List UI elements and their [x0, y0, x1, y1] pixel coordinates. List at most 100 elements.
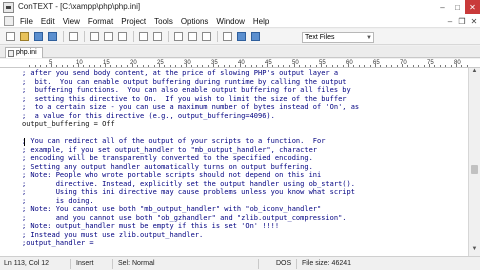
code-line: ; and you cannot use both "ob_gzhandler"…: [22, 213, 347, 222]
doc-close-button[interactable]: ✕: [468, 17, 480, 26]
document-icon[interactable]: [4, 16, 14, 26]
ruler-number: 70: [400, 60, 407, 66]
code-line: ; a value for this directive (e.g., outp…: [22, 111, 275, 120]
selection-mode[interactable]: Sel: Normal: [118, 260, 155, 267]
menu-format[interactable]: Format: [84, 17, 117, 26]
ruler-tick: [115, 65, 117, 67]
ruler-number: 5: [49, 60, 53, 66]
replace-button[interactable]: [200, 31, 212, 43]
menu-help[interactable]: Help: [249, 17, 273, 26]
word-wrap-icon: [222, 32, 232, 41]
code-line: ; to a certain size - you can use a maxi…: [22, 103, 360, 111]
menu-edit[interactable]: Edit: [37, 17, 59, 26]
insert-mode[interactable]: Insert: [76, 260, 94, 267]
status-divider: [70, 259, 71, 269]
scroll-thumb[interactable]: [471, 165, 478, 175]
minimize-button[interactable]: –: [435, 0, 450, 14]
ruler-tick: [191, 65, 193, 67]
menu-view[interactable]: View: [59, 17, 84, 26]
ruler-tick: [67, 65, 69, 67]
save-all-button[interactable]: [46, 31, 58, 43]
ruler-tick: [423, 65, 425, 67]
ruler-tick: [331, 65, 333, 67]
ruler-tick: [353, 65, 355, 67]
ruler-tick: [326, 65, 328, 67]
doc-restore-button[interactable]: ❐: [456, 17, 468, 26]
find-next-button[interactable]: [186, 31, 198, 43]
ruler-tick: [148, 65, 150, 67]
highlighter-value: Text Files: [305, 34, 335, 41]
editor-gutter: [0, 68, 22, 256]
redo-button[interactable]: [151, 31, 163, 43]
word-wrap-button[interactable]: [221, 31, 233, 43]
editor-area[interactable]: ; after you send body content, at the pr…: [0, 68, 468, 256]
highlighter-select[interactable]: Text Files ▼: [302, 32, 374, 43]
cut-button[interactable]: [88, 31, 100, 43]
open-file-button[interactable]: [18, 31, 30, 43]
print-button[interactable]: [67, 31, 79, 43]
status-divider: [112, 259, 113, 269]
find-icon: [173, 32, 183, 41]
ruler-tick: [153, 65, 155, 67]
ruler-tick: [288, 65, 290, 67]
menu-window[interactable]: Window: [212, 17, 248, 26]
scroll-up-icon[interactable]: ▲: [469, 68, 480, 78]
ruler-tick: [196, 65, 198, 67]
find-button[interactable]: [172, 31, 184, 43]
doc-minimize-button[interactable]: –: [444, 17, 456, 26]
replace-icon: [201, 32, 211, 41]
code-line: ; example, if you set output_handler to …: [22, 145, 318, 154]
user-command-button[interactable]: [235, 31, 247, 43]
ruler-tick: [412, 65, 414, 67]
ruler-tick: [29, 65, 31, 67]
paste-icon: [117, 32, 127, 41]
code-line: ; You can redirect all of the output of …: [22, 137, 326, 145]
tab-php-ini[interactable]: php.ini: [5, 47, 43, 58]
ruler-number: 45: [265, 60, 272, 66]
print-icon: [68, 32, 78, 41]
ruler-number: 50: [292, 60, 299, 66]
close-button[interactable]: ✕: [465, 0, 480, 14]
ruler-tick: [310, 65, 312, 67]
ruler-tick: [207, 65, 209, 67]
code-line: output_buffering = Off: [22, 120, 115, 128]
ruler-number: 40: [238, 60, 245, 66]
line-ending[interactable]: DOS: [276, 260, 291, 267]
toolbar: [0, 29, 480, 45]
vertical-scrollbar[interactable]: ▲ ▼: [468, 68, 480, 256]
ruler-tick: [164, 65, 166, 67]
text-caret: [24, 138, 25, 146]
menu-project[interactable]: Project: [117, 17, 150, 26]
ruler-tick: [445, 65, 447, 67]
new-file-icon: [5, 32, 15, 41]
new-file-button[interactable]: [4, 31, 16, 43]
undo-button[interactable]: [137, 31, 149, 43]
app-icon[interactable]: [3, 2, 14, 13]
code-line: ; Note: You cannot use both "mb_output_h…: [22, 205, 322, 213]
code-line: ; buffering functions. You can also enab…: [22, 86, 351, 94]
ruler-tick: [337, 65, 339, 67]
maximize-button[interactable]: □: [450, 0, 465, 14]
ruler-tick: [304, 65, 306, 67]
ruler-tick: [229, 65, 231, 67]
ruler-tick: [466, 65, 468, 67]
code-line: ; Using this ini directive may cause pro…: [22, 188, 355, 196]
copy-button[interactable]: [102, 31, 114, 43]
ruler-tick: [396, 65, 398, 67]
ruler-tick: [407, 65, 409, 67]
toolbar-separator: [168, 31, 169, 42]
user-command-icon: [236, 32, 246, 41]
ruler-tick: [261, 65, 263, 67]
ruler-tick: [83, 65, 85, 67]
ruler-tick: [110, 65, 112, 67]
code-line: ; Instead you must use zlib.output_handl…: [22, 230, 204, 239]
menu-tools[interactable]: Tools: [150, 17, 177, 26]
ruler-tick: [169, 65, 171, 67]
ruler-tick: [142, 65, 144, 67]
save-button[interactable]: [32, 31, 44, 43]
paste-button[interactable]: [116, 31, 128, 43]
menu-options[interactable]: Options: [177, 17, 213, 26]
user-command-2-button[interactable]: [249, 31, 261, 43]
menu-file[interactable]: File: [16, 17, 37, 26]
scroll-down-icon[interactable]: ▼: [469, 246, 480, 256]
